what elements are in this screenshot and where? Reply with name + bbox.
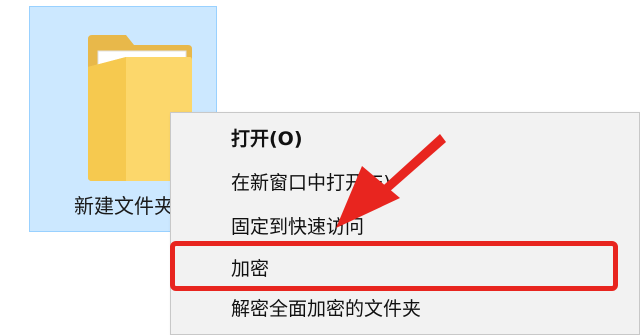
context-menu: 打开(O) 在新窗口中打开(E) 固定到快速访问 加密 解密全面加密的文件夹: [170, 112, 640, 335]
menu-item-pin-quick-access[interactable]: 固定到快速访问: [231, 209, 364, 245]
encrypt-highlight-box: [170, 241, 618, 291]
menu-item-decrypt-folder[interactable]: 解密全面加密的文件夹: [231, 291, 421, 327]
menu-item-open[interactable]: 打开(O): [231, 121, 303, 157]
desktop: 新建文件夹 打开(O) 在新窗口中打开(E) 固定到快速访问 加密 解密全面加密…: [0, 0, 640, 335]
menu-item-open-new-window[interactable]: 在新窗口中打开(E): [231, 165, 391, 201]
